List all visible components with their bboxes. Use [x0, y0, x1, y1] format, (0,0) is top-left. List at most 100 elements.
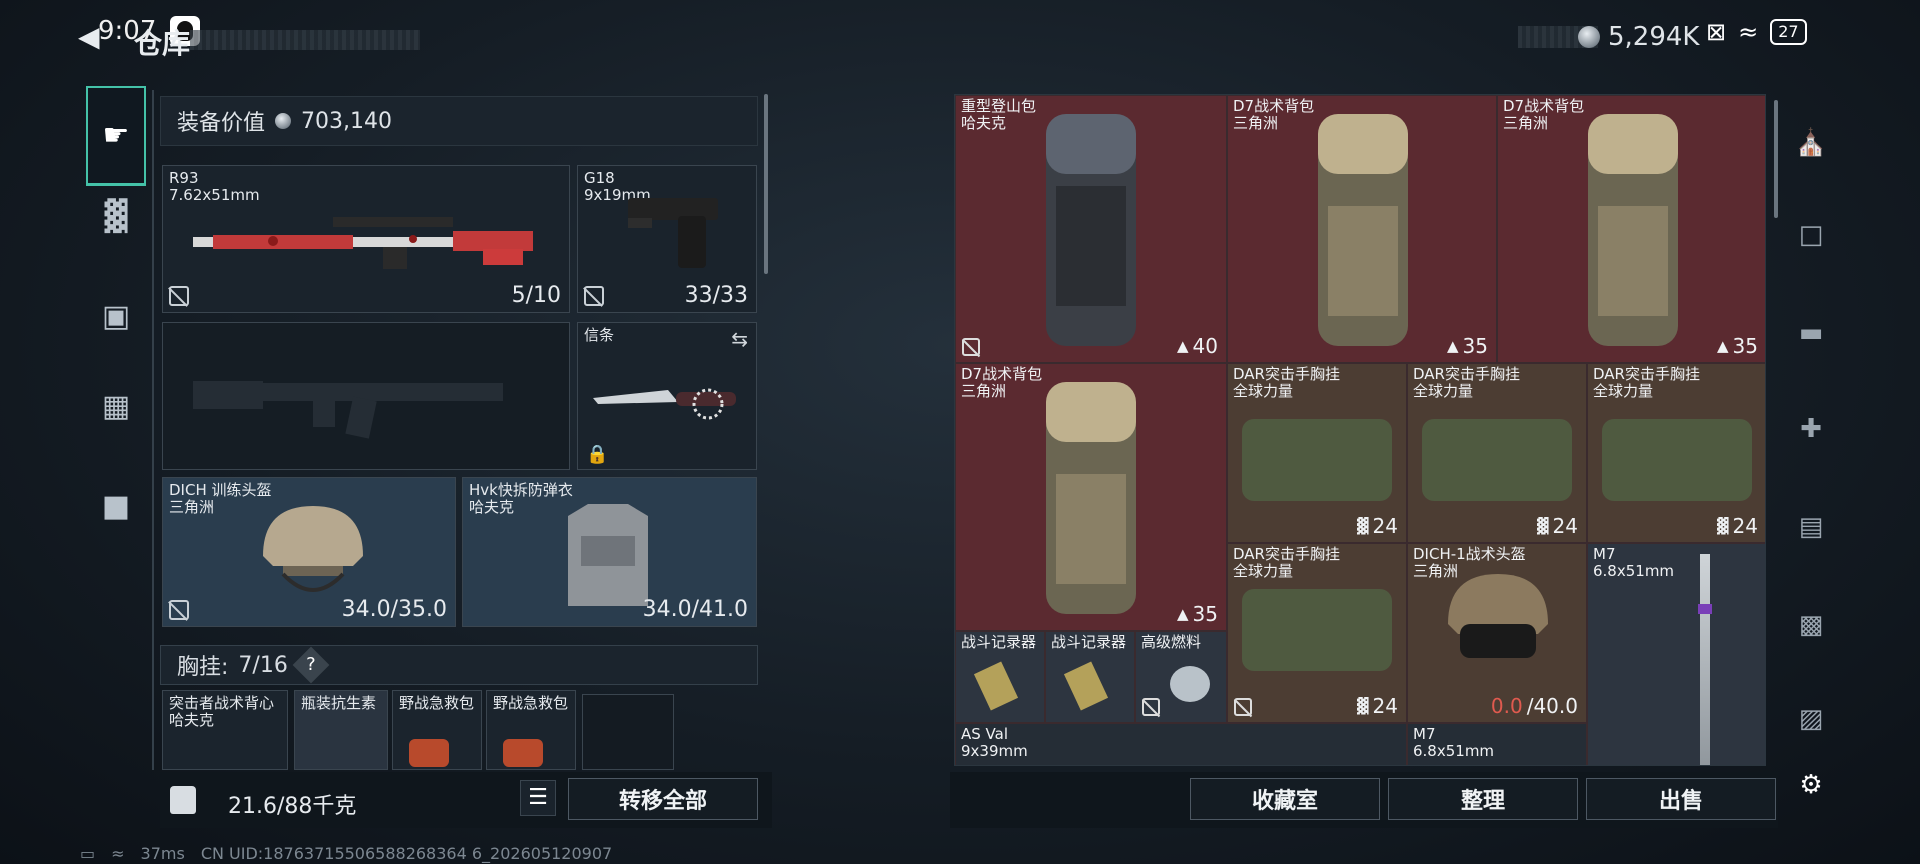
- rig-icon: ▦: [101, 388, 131, 424]
- backpack-image: [1046, 114, 1136, 346]
- transfer-all-button[interactable]: 转移全部: [568, 778, 758, 820]
- rig-item[interactable]: 野战急救包: [486, 690, 576, 770]
- weight-icon: ▲: [1447, 337, 1459, 355]
- item-capacity: ▓ 24: [1357, 694, 1398, 718]
- item-name: DAR突击手胸挂 全球力量: [1413, 365, 1520, 400]
- equipment-value-label: 装备价值: [177, 111, 266, 136]
- item-capacity: ▲ 35: [1447, 334, 1488, 358]
- ammo-tip: [1698, 604, 1712, 614]
- sell-button[interactable]: 出售: [1586, 778, 1776, 820]
- storage-home-tab[interactable]: ⛪: [1786, 118, 1836, 168]
- list-view-button[interactable]: ☰: [520, 780, 556, 816]
- backpack-image: [1046, 382, 1136, 614]
- primary-weapon-slot[interactable]: R93 7.62x51mm 5/10: [162, 165, 570, 313]
- helmet-image: [1448, 574, 1548, 658]
- storage-item[interactable]: D7战术背包 三角洲 ▲ 35: [1497, 95, 1765, 363]
- no-insure-icon: [962, 338, 980, 356]
- image-tab-icon: □: [1798, 220, 1824, 250]
- lock-icon: 🔒: [586, 444, 609, 465]
- item-name: 高级燃料: [1141, 633, 1202, 651]
- storage-tabs: ⛪ □ ▬ ✚ ▤ ▩ ▨ ⚙: [1776, 94, 1846, 834]
- rig-item[interactable]: 突击者战术背心 哈夫克: [162, 690, 288, 770]
- backpack-icon: ▣: [101, 298, 131, 334]
- helmet-slot[interactable]: DICH 训练头盔 三角洲 34.0/35.0: [162, 477, 456, 627]
- nav-backpack[interactable]: ▣: [86, 266, 146, 366]
- rig-item[interactable]: 野战急救包: [392, 690, 482, 770]
- nav-case[interactable]: ■: [86, 456, 146, 556]
- no-insure-icon: [1234, 698, 1252, 716]
- item-capacity: ▲ 35: [1177, 602, 1218, 626]
- armor-slot[interactable]: Hvk快拆防弹衣 哈夫克 34.0/41.0: [462, 477, 757, 627]
- nav-armor[interactable]: ▓: [86, 166, 146, 266]
- storage-item[interactable]: M7 6.8x51mm: [1407, 723, 1587, 765]
- gear-icon: ⚙: [1799, 770, 1823, 800]
- settings-button[interactable]: ⚙: [1786, 760, 1836, 810]
- storage-tab-iv-3[interactable]: ✚: [1786, 404, 1836, 454]
- item-capacity: ▲ 35: [1717, 334, 1758, 358]
- collection-room-button[interactable]: 收藏室: [1190, 778, 1380, 820]
- storage-item[interactable]: DAR突击手胸挂 全球力量 ▓ 24: [1587, 363, 1765, 543]
- secondary-weapon-slot[interactable]: G18 9x19mm 33/33: [577, 165, 757, 313]
- no-insure-icon: [169, 600, 189, 620]
- storage-item[interactable]: 战斗记录器: [1045, 631, 1135, 723]
- close-icon: ⊠: [1706, 18, 1727, 46]
- storage-item[interactable]: M7 6.8x51mm: [1587, 543, 1765, 765]
- currency-amount: 5,294K: [1608, 22, 1700, 52]
- item-durability: 0.0/40.0: [1490, 694, 1578, 718]
- backpack-image: [1318, 114, 1408, 346]
- recorder-image: [973, 661, 1019, 711]
- weight-icon: ▲: [1177, 605, 1189, 623]
- sniper-rifle-image: [193, 217, 533, 269]
- storage-item[interactable]: DAR突击手胸挂 全球力量 ▓ 24: [1227, 543, 1407, 723]
- storage-item[interactable]: 重型登山包 哈夫克 ▲ 40: [955, 95, 1227, 363]
- storage-tab-iv-6[interactable]: ▨: [1786, 694, 1836, 744]
- nav-rig[interactable]: ▦: [86, 356, 146, 456]
- weight-icon: ▲: [1717, 337, 1729, 355]
- storage-item[interactable]: DAR突击手胸挂 全球力量 ▓ 24: [1227, 363, 1407, 543]
- swap-icon[interactable]: ⇆: [731, 327, 748, 351]
- rifle-silhouette: [193, 381, 503, 439]
- battery-icon: ▭: [80, 844, 96, 863]
- item-name: DAR突击手胸挂 全球力量: [1233, 545, 1340, 580]
- item-capacity: ▓ 24: [1717, 514, 1758, 538]
- empty-weapon-slot[interactable]: [162, 322, 570, 470]
- fuel-can-image: [1170, 666, 1210, 702]
- item-name: DAR突击手胸挂 全球力量: [1593, 365, 1700, 400]
- item-capacity: ▲ 40: [1177, 334, 1218, 358]
- storage-tab-iv-5[interactable]: ▩: [1786, 600, 1836, 650]
- storage-item[interactable]: DICH-1战术头盔 三角洲 0.0/40.0: [1407, 543, 1587, 723]
- item-name: 战斗记录器: [961, 633, 1037, 651]
- storage-item[interactable]: 战斗记录器: [955, 631, 1045, 723]
- footer-status: ▭ ≈ 37ms CN UID:18763715506588268364 6_2…: [80, 844, 612, 863]
- storage-tab-iv-4[interactable]: ▤: [1786, 502, 1836, 552]
- sort-button[interactable]: 整理: [1388, 778, 1578, 820]
- currency-display[interactable]: 5,294K: [1578, 22, 1699, 52]
- medkit-image: [409, 739, 449, 767]
- coin-icon: [275, 113, 292, 129]
- empty-rig-slot[interactable]: [582, 694, 674, 770]
- equipment-tab-icon: ▩: [1798, 610, 1824, 640]
- storage-tab-iv-2[interactable]: ▬: [1786, 308, 1836, 358]
- pistol-image: [628, 198, 718, 268]
- left-scrollbar[interactable]: [764, 94, 768, 274]
- home-vault-icon: ⛪: [1794, 128, 1828, 158]
- recorder-image: [1063, 661, 1109, 711]
- left-category-nav: ☛ ▓ ▣ ▦ ■: [78, 86, 152, 776]
- vest-icon: ▓: [1357, 517, 1369, 535]
- storage-item[interactable]: D7战术背包 三角洲 ▲ 35: [955, 363, 1227, 631]
- storage-item[interactable]: D7战术背包 三角洲 ▲ 35: [1227, 95, 1497, 363]
- misc-tab-icon: ▨: [1798, 704, 1824, 734]
- melee-slot[interactable]: 信条 ⇆ 🔒: [577, 322, 757, 470]
- help-icon[interactable]: ?: [292, 646, 330, 684]
- weapon-tab-icon: ▬: [1798, 318, 1824, 348]
- ping-value: 37ms: [140, 844, 185, 863]
- helmet-durability: 34.0/35.0: [341, 597, 447, 622]
- item-name: M7 6.8x51mm: [1593, 545, 1675, 580]
- storage-item[interactable]: AS Val 9x39mm: [955, 723, 1407, 765]
- rig-item[interactable]: 瓶装抗生素: [294, 690, 388, 770]
- storage-tab-iv-1[interactable]: □: [1786, 210, 1836, 260]
- primary-weapon-name: R93 7.62x51mm: [169, 169, 260, 204]
- storage-item[interactable]: DAR突击手胸挂 全球力量 ▓ 24: [1407, 363, 1587, 543]
- ammo-image: [1700, 554, 1710, 765]
- storage-item[interactable]: 高级燃料: [1135, 631, 1227, 723]
